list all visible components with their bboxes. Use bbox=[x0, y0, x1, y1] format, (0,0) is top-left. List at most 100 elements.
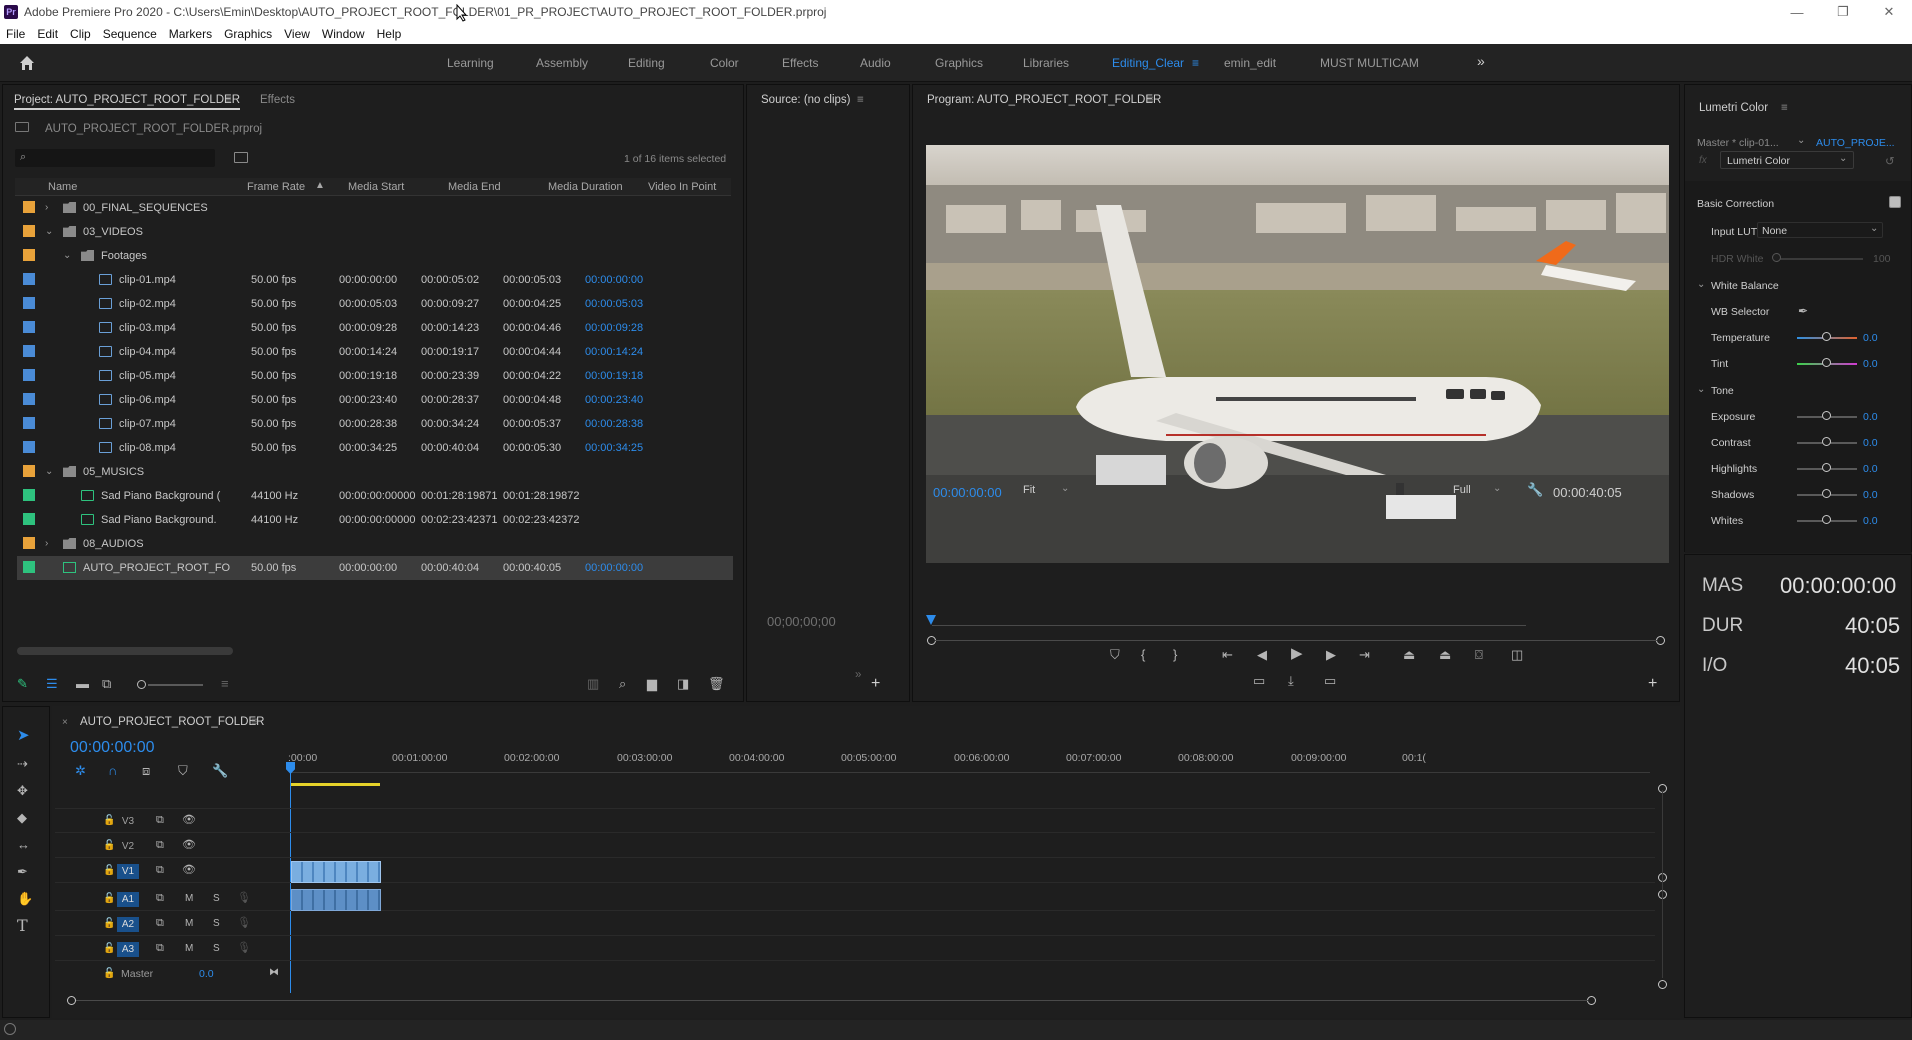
label-color-swatch[interactable] bbox=[23, 393, 35, 405]
mute-button[interactable]: M bbox=[185, 918, 193, 929]
lock-icon[interactable]: 🔓 bbox=[103, 814, 115, 828]
chevron-right-icon[interactable]: › bbox=[45, 538, 48, 549]
eye-icon[interactable]: 👁 bbox=[182, 813, 196, 827]
column-media-start[interactable]: Media Start bbox=[348, 181, 404, 193]
shadows-knob[interactable] bbox=[1822, 489, 1831, 498]
menu-icon[interactable]: ≡ bbox=[1147, 94, 1154, 106]
highlights-value[interactable]: 0.0 bbox=[1863, 463, 1878, 475]
lock-icon[interactable]: 🔓 bbox=[103, 942, 115, 956]
sort-ascending-icon[interactable]: ▲ bbox=[315, 180, 325, 191]
menu-icon[interactable]: ≡ bbox=[857, 94, 864, 106]
menu-icon[interactable]: ≡ bbox=[251, 716, 258, 728]
razor-tool-icon[interactable]: ◆ bbox=[17, 811, 27, 825]
step-back-icon[interactable]: ◀ bbox=[1257, 648, 1267, 662]
freeform-view-icon[interactable]: ⧉ bbox=[102, 677, 111, 691]
project-item-row[interactable]: clip-08.mp4 50.00 fps 00:00:34:25 00:00:40:… bbox=[17, 436, 733, 460]
program-monitor-title[interactable]: Program: AUTO_PROJECT_ROOT_FOLDER bbox=[927, 94, 1161, 106]
menu-icon[interactable]: ≡ bbox=[1781, 102, 1788, 114]
track-label-a1[interactable]: A1 bbox=[117, 892, 139, 907]
video-clip[interactable] bbox=[291, 861, 381, 883]
hdr-white-slider[interactable] bbox=[1777, 258, 1863, 260]
project-item-row[interactable]: AUTO_PROJECT_ROOT_FO 50.00 fps 00:00:00:00… bbox=[17, 556, 733, 580]
slip-tool-icon[interactable]: ↔ bbox=[17, 838, 30, 852]
wrench-icon[interactable]: 🔧 bbox=[1527, 483, 1543, 497]
comparison-view-icon[interactable]: ◫ bbox=[1511, 648, 1523, 662]
workspace-tab-must-multicam[interactable]: MUST MULTICAM bbox=[1320, 56, 1419, 70]
nest-sequence-icon[interactable]: ✲ bbox=[75, 764, 86, 778]
menu-icon[interactable]: ≡ bbox=[225, 94, 232, 106]
restore-button[interactable]: ❐ bbox=[1820, 0, 1866, 24]
bin-row[interactable]: › 08_AUDIOS bbox=[17, 532, 733, 556]
pencil-icon[interactable]: ✎ bbox=[17, 677, 28, 691]
track-label-v2[interactable]: V2 bbox=[117, 839, 139, 854]
new-bin-icon[interactable]: ▆ bbox=[647, 677, 657, 691]
mark-out-icon[interactable]: } bbox=[1173, 648, 1177, 662]
tint-knob[interactable] bbox=[1822, 358, 1831, 367]
project-item-row[interactable]: clip-01.mp4 50.00 fps 00:00:00:00 00:00:05:… bbox=[17, 268, 733, 292]
close-tab-icon[interactable]: × bbox=[62, 717, 68, 728]
label-color-swatch[interactable] bbox=[23, 537, 35, 549]
label-color-swatch[interactable] bbox=[23, 273, 35, 285]
icon-view-icon[interactable]: ▬ bbox=[76, 677, 89, 691]
timeline-ruler[interactable] bbox=[290, 772, 1650, 773]
workspace-tab-editing-clear[interactable]: Editing_Clear bbox=[1112, 56, 1184, 70]
eye-icon[interactable]: 👁 bbox=[182, 863, 196, 877]
bin-row[interactable]: ⌄ 05_MUSICS bbox=[17, 460, 733, 484]
audio-clip[interactable] bbox=[291, 889, 381, 911]
workspace-tab-learning[interactable]: Learning bbox=[447, 56, 494, 70]
column-frame-rate[interactable]: Frame Rate bbox=[247, 181, 305, 193]
zoom-end-handle[interactable] bbox=[1656, 636, 1665, 645]
label-color-swatch[interactable] bbox=[23, 321, 35, 333]
home-icon[interactable] bbox=[18, 54, 36, 72]
search-input[interactable] bbox=[37, 151, 207, 165]
solo-button[interactable]: S bbox=[213, 893, 220, 904]
timeline-zoom-start[interactable] bbox=[67, 996, 76, 1005]
project-item-row[interactable]: Sad Piano Background. 44100 Hz 00:00:00:00… bbox=[17, 508, 733, 532]
temperature-value[interactable]: 0.0 bbox=[1863, 332, 1878, 344]
cell-vin[interactable]: 00:00:34:25 bbox=[585, 442, 643, 454]
exposure-knob[interactable] bbox=[1822, 411, 1831, 420]
cell-vin[interactable]: 00:00:00:00 bbox=[585, 274, 643, 286]
track-label-a2[interactable]: A2 bbox=[117, 917, 139, 932]
column-media-duration[interactable]: Media Duration bbox=[548, 181, 623, 193]
microphone-icon[interactable]: 🎙 bbox=[237, 941, 251, 955]
toggle-sync-lock-icon[interactable]: ⧉ bbox=[156, 838, 164, 852]
timeline-timecode[interactable]: 00:00:00:00 bbox=[70, 739, 155, 757]
menu-view[interactable]: View bbox=[284, 27, 310, 41]
lock-icon[interactable]: 🔓 bbox=[103, 917, 115, 931]
tracks-scroll-track[interactable] bbox=[1662, 790, 1663, 978]
solo-button[interactable]: S bbox=[213, 943, 220, 954]
lock-icon[interactable]: 🔓 bbox=[103, 892, 115, 906]
label-color-swatch[interactable] bbox=[23, 441, 35, 453]
mute-button[interactable]: M bbox=[185, 943, 193, 954]
collapse-expand-icon[interactable]: ⧓ bbox=[269, 966, 279, 980]
selection-tool-icon[interactable]: ➤ bbox=[17, 728, 30, 743]
lock-icon[interactable]: 🔓 bbox=[103, 864, 115, 878]
project-item-row[interactable]: clip-02.mp4 50.00 fps 00:00:05:03 00:00:09:… bbox=[17, 292, 733, 316]
find-icon[interactable]: ⌕ bbox=[619, 677, 626, 691]
step-forward-icon[interactable]: ▶ bbox=[1326, 648, 1336, 662]
cell-vin[interactable]: 00:00:09:28 bbox=[585, 322, 643, 334]
bin-row[interactable]: › 00_FINAL_SEQUENCES bbox=[17, 196, 733, 220]
source-monitor-title[interactable]: Source: (no clips) bbox=[761, 94, 850, 106]
new-item-icon[interactable]: ◨ bbox=[677, 677, 689, 691]
vr-video-icon[interactable]: ▭ bbox=[1324, 674, 1336, 688]
project-item-row[interactable]: clip-04.mp4 50.00 fps 00:00:14:24 00:00:19:… bbox=[17, 340, 733, 364]
export-frame-icon[interactable]: ⌼ bbox=[1475, 648, 1483, 662]
chevron-down-icon[interactable]: ⌄ bbox=[45, 226, 53, 237]
basic-correction-header[interactable]: Basic Correction bbox=[1697, 198, 1774, 210]
program-timecode[interactable]: 00:00:00:00 bbox=[933, 485, 1002, 500]
label-color-swatch[interactable] bbox=[23, 465, 35, 477]
menu-clip[interactable]: Clip bbox=[70, 27, 91, 41]
white-balance-header[interactable]: White Balance bbox=[1711, 280, 1779, 292]
sort-icon[interactable]: ≡ bbox=[221, 677, 229, 691]
tab-project[interactable]: Project: AUTO_PROJECT_ROOT_FOLDER bbox=[14, 94, 241, 110]
scrub-bar[interactable] bbox=[932, 625, 1526, 626]
tint-value[interactable]: 0.0 bbox=[1863, 358, 1878, 370]
search-field[interactable]: ⌕ bbox=[15, 149, 215, 167]
microphone-icon[interactable]: 🎙 bbox=[237, 891, 251, 905]
lift-icon[interactable]: ⏏ bbox=[1403, 648, 1415, 662]
pen-tool-icon[interactable]: ✒ bbox=[17, 865, 28, 879]
effect-select[interactable]: Lumetri Color ⌄ bbox=[1720, 151, 1854, 169]
toggle-sync-lock-icon[interactable]: ⧉ bbox=[156, 916, 164, 930]
